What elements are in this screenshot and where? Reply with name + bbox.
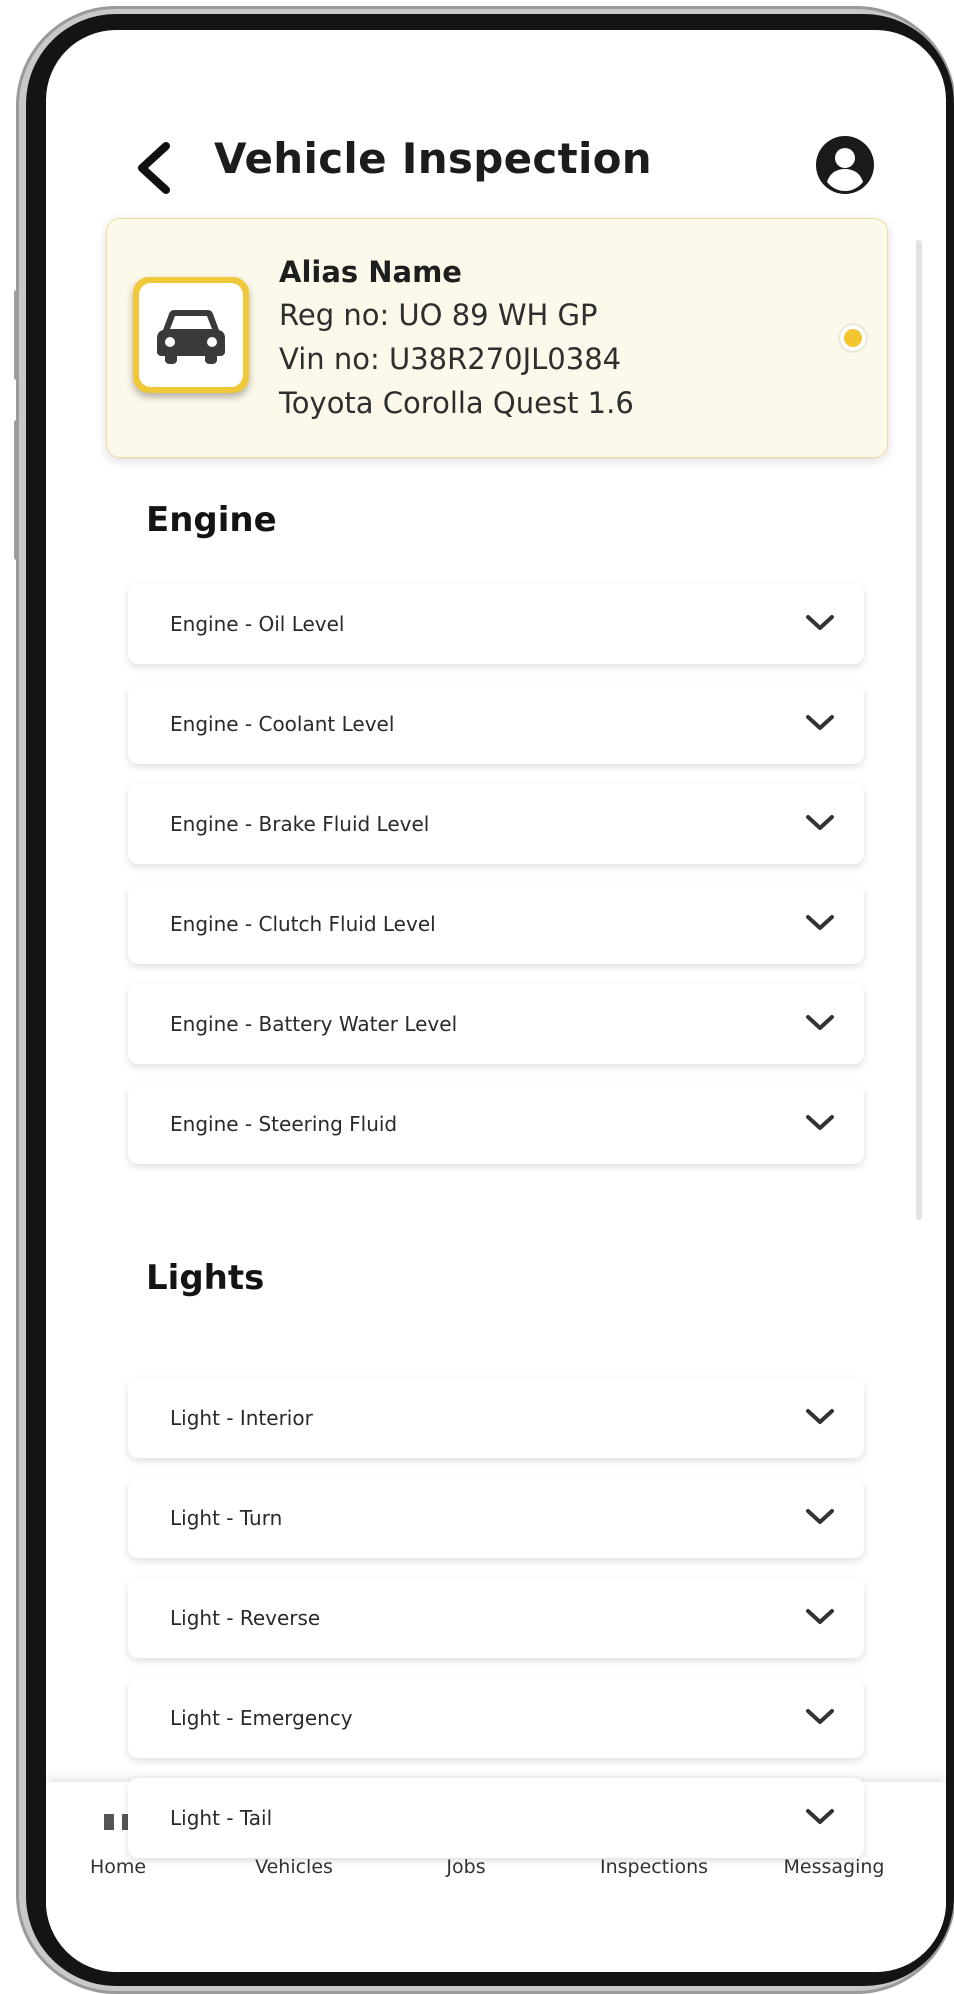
nav-label-messaging: Messaging	[783, 1856, 885, 1878]
inspection-item-label: Light - Reverse	[170, 1606, 321, 1630]
side-button	[14, 290, 19, 380]
inspection-item[interactable]: Engine - Oil Level	[128, 584, 864, 664]
inspection-item-label: Engine - Clutch Fluid Level	[170, 912, 436, 936]
user-avatar-icon	[816, 136, 874, 194]
chevron-down-icon	[806, 815, 834, 830]
inspection-item-label: Light - Emergency	[170, 1706, 353, 1730]
vehicle-reg: Reg no: UO 89 WH GP	[279, 298, 598, 332]
chevron-down-icon	[806, 1609, 834, 1624]
inspection-item-label: Light - Interior	[170, 1406, 313, 1430]
inspection-item[interactable]: Engine - Steering Fluid	[128, 1084, 864, 1164]
inspection-item-label: Light - Turn	[170, 1506, 283, 1530]
inspection-item[interactable]: Light - Tail	[128, 1778, 864, 1858]
vehicle-vin: Vin no: U38R270JL0384	[279, 342, 622, 376]
inspection-item[interactable]: Light - Emergency	[128, 1678, 864, 1758]
vehicle-select-radio[interactable]	[840, 325, 866, 351]
inspection-item-label: Engine - Battery Water Level	[170, 1012, 458, 1036]
inspection-item[interactable]: Engine - Brake Fluid Level	[128, 784, 864, 864]
inspection-item-label: Engine - Brake Fluid Level	[170, 812, 430, 836]
car-icon	[157, 310, 225, 364]
vehicle-alias: Alias Name	[279, 255, 462, 289]
chevron-down-icon	[806, 615, 834, 630]
back-button[interactable]	[128, 138, 178, 198]
scrollbar[interactable]	[916, 240, 922, 1220]
side-button	[14, 420, 19, 560]
inspection-item[interactable]: Light - Reverse	[128, 1578, 864, 1658]
vehicle-model: Toyota Corolla Quest 1.6	[279, 386, 634, 420]
inspection-item[interactable]: Light - Interior	[128, 1378, 864, 1458]
chevron-down-icon	[806, 1709, 834, 1724]
chevron-down-icon	[806, 1809, 834, 1824]
page-title: Vehicle Inspection	[214, 134, 652, 183]
nav-label-home: Home	[89, 1856, 147, 1878]
inspection-item-label: Engine - Oil Level	[170, 612, 345, 636]
inspection-item-label: Light - Tail	[170, 1806, 273, 1830]
chevron-down-icon	[806, 915, 834, 930]
back-arrow-icon	[138, 142, 170, 194]
selected-vehicle-card[interactable]: Alias Name Reg no: UO 89 WH GP Vin no: U…	[106, 218, 888, 458]
chevron-down-icon	[806, 1509, 834, 1524]
chevron-down-icon	[806, 1015, 834, 1030]
inspection-item[interactable]: Engine - Battery Water Level	[128, 984, 864, 1064]
profile-button[interactable]	[814, 134, 876, 196]
inspection-item[interactable]: Light - Turn	[128, 1478, 864, 1558]
section-title-lights: Lights	[146, 1258, 265, 1298]
inspection-item[interactable]: Engine - Coolant Level	[128, 684, 864, 764]
inspection-item[interactable]: Engine - Clutch Fluid Level	[128, 884, 864, 964]
vehicle-details: Alias Name Reg no: UO 89 WH GP Vin no: U…	[279, 251, 634, 425]
nav-label-jobs: Jobs	[446, 1856, 486, 1878]
section-title-engine: Engine	[146, 500, 277, 540]
inspection-item-label: Engine - Coolant Level	[170, 712, 395, 736]
chevron-down-icon	[806, 1409, 834, 1424]
nav-label-vehicles: Vehicles	[255, 1856, 333, 1878]
chevron-down-icon	[806, 715, 834, 730]
radio-selected-dot	[844, 329, 862, 347]
nav-label-inspections: Inspections	[599, 1856, 709, 1878]
chevron-down-icon	[806, 1115, 834, 1130]
app-screen: Vehicle Inspection Alias Name Reg no: UO…	[46, 30, 946, 1972]
app-header: Vehicle Inspection	[46, 90, 946, 220]
vehicle-icon-tile	[133, 277, 249, 393]
inspection-item-label: Engine - Steering Fluid	[170, 1112, 398, 1136]
